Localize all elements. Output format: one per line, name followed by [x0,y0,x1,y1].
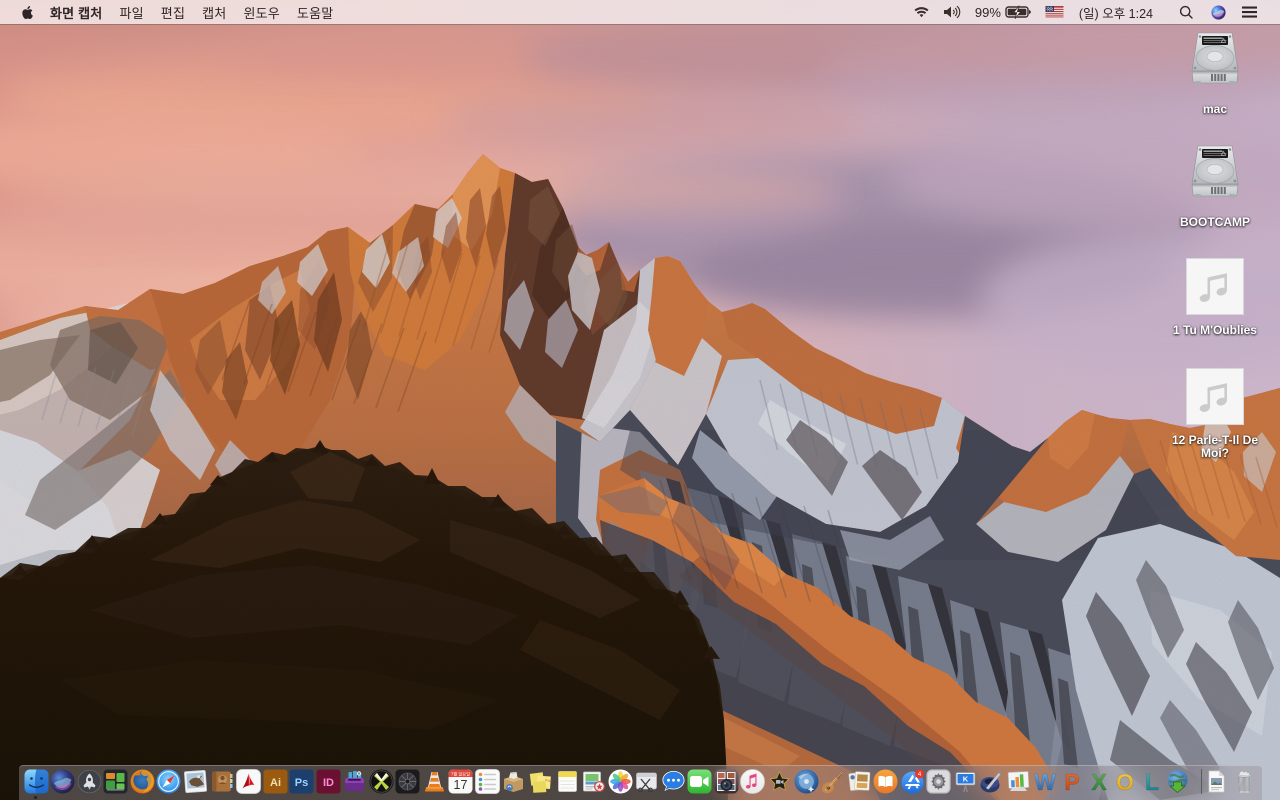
svg-text:Ai: Ai [270,777,281,789]
svg-text:L: L [1145,769,1159,794]
svg-text:7월 일요일: 7월 일요일 [451,771,470,778]
svg-text:O: O [1116,769,1134,794]
svg-text:W: W [1035,769,1057,794]
svg-text:Ps: Ps [295,777,308,789]
svg-text:X: X [1091,769,1107,794]
svg-text:17: 17 [454,778,468,792]
svg-text:ID: ID [323,777,334,789]
svg-text:P: P [1064,769,1079,794]
svg-text:K: K [963,775,969,784]
svg-text:Page: Page [545,778,553,783]
